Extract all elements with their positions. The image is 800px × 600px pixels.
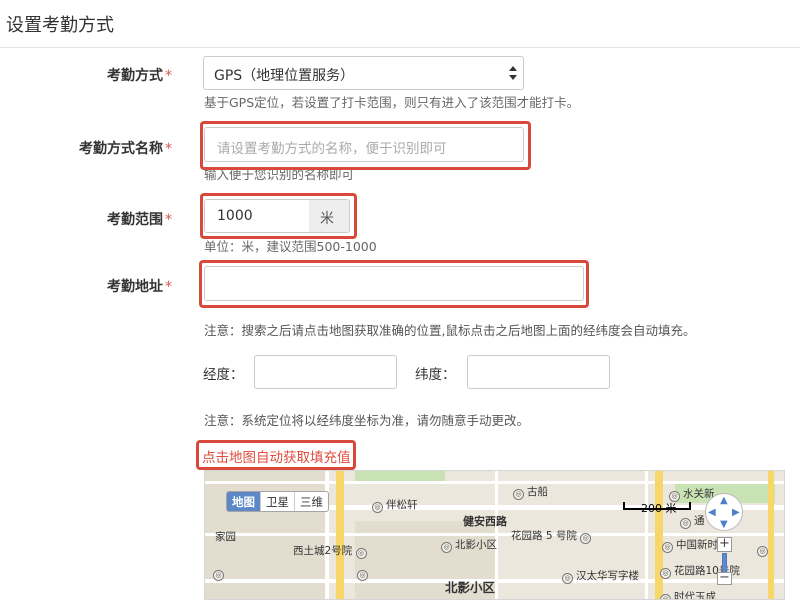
required-mark: * <box>165 141 172 157</box>
page-title: 设置考勤方式 <box>6 15 114 36</box>
map-poi[interactable]: ◎ 古船 <box>513 484 548 500</box>
poi-icon: ◎ <box>513 489 524 500</box>
poi-icon: ◎ <box>757 546 768 557</box>
highlight-range <box>200 193 357 239</box>
map-area-label: 家园 <box>215 531 236 543</box>
page-header: 设置考勤方式 <box>0 0 800 48</box>
map-type-satellite[interactable]: 卫星 <box>261 492 295 511</box>
poi-icon: ◎ <box>660 568 671 579</box>
map-poi[interactable]: ◎ 汉太华写字楼 <box>562 568 639 584</box>
method-label: 考勤方式 * <box>107 68 172 84</box>
highlight-name <box>200 121 531 170</box>
method-select[interactable]: GPS（地理位置服务） <box>203 56 524 90</box>
pan-right-icon[interactable]: ▶ <box>732 507 740 518</box>
select-arrows-icon <box>509 66 517 80</box>
method-select-value: GPS（地理位置服务） <box>214 68 355 84</box>
map-poi[interactable]: 西土城2号院 ◎ <box>293 543 370 559</box>
map-view[interactable]: 地图 卫星 三维 ◎ 伴松轩 ◎ 古船 ◎ 水关新 健安西路 ◎ 通 家园 西土城2号院… <box>204 470 785 600</box>
pan-down-icon[interactable]: ▼ <box>720 519 728 530</box>
required-mark: * <box>165 212 172 228</box>
poi-icon: ◎ <box>372 502 383 513</box>
address-label: 考勤地址 * <box>107 279 172 295</box>
poi-icon: ◎ <box>580 533 592 544</box>
poi-icon: ◎ <box>562 573 573 584</box>
map-poi[interactable]: ◎ <box>213 567 227 581</box>
latitude-label: 纬度： <box>415 367 456 383</box>
longitude-input[interactable] <box>254 355 397 389</box>
coords-note: 注意：系统定位将以经纬度坐标为准，请勿随意手动更改。 <box>204 413 530 428</box>
map-poi[interactable]: ◎ 时代玉成 <box>660 589 716 599</box>
poi-icon: ◎ <box>213 570 224 581</box>
zoom-in-button[interactable]: + <box>717 537 732 552</box>
highlight-address <box>199 260 589 308</box>
map-pan-control[interactable]: ▲ ▼ ◀ ▶ <box>705 493 743 531</box>
map-scale-label: 200 米 <box>641 502 677 515</box>
map-type-switch: 地图 卫星 三维 <box>226 491 329 512</box>
map-poi[interactable]: ◎ 北影小区 <box>441 537 497 553</box>
map-poi[interactable]: ◎ 伴松轩 <box>372 497 418 513</box>
method-help: 基于GPS定位，若设置了打卡范围，则只有进入了该范围才能打卡。 <box>204 95 580 110</box>
map-type-3d[interactable]: 三维 <box>295 492 328 511</box>
poi-icon: ◎ <box>662 542 673 553</box>
range-label: 考勤范围 * <box>107 212 172 228</box>
longitude-label: 经度： <box>203 367 244 383</box>
poi-icon: ◎ <box>680 518 691 529</box>
name-label: 考勤方式名称 * <box>79 141 172 157</box>
map-area-label: 北影小区 <box>445 580 496 595</box>
highlight-map-link <box>196 440 356 470</box>
map-road-label: 健安西路 <box>463 515 507 528</box>
pan-up-icon[interactable]: ▲ <box>720 495 728 506</box>
map-type-map[interactable]: 地图 <box>227 492 261 511</box>
zoom-out-button[interactable]: − <box>717 571 732 585</box>
map-poi[interactable]: ◎ 通 <box>680 513 705 529</box>
map-poi[interactable]: 花园路 5 号院 ◎ <box>511 528 594 544</box>
address-note: 注意：搜索之后请点击地图获取准确的位置,鼠标点击之后地图上面的经纬度会自动填充。 <box>204 323 696 338</box>
required-mark: * <box>165 279 172 295</box>
map-poi[interactable]: ◎ <box>757 543 771 557</box>
pan-left-icon[interactable]: ◀ <box>708 507 716 518</box>
map-poi[interactable]: ◎ <box>357 567 371 581</box>
poi-icon: ◎ <box>355 548 367 559</box>
poi-icon: ◎ <box>357 570 368 581</box>
poi-icon: ◎ <box>441 542 452 553</box>
latitude-input[interactable] <box>467 355 610 389</box>
required-mark: * <box>165 68 172 84</box>
poi-icon: ◎ <box>660 594 671 599</box>
